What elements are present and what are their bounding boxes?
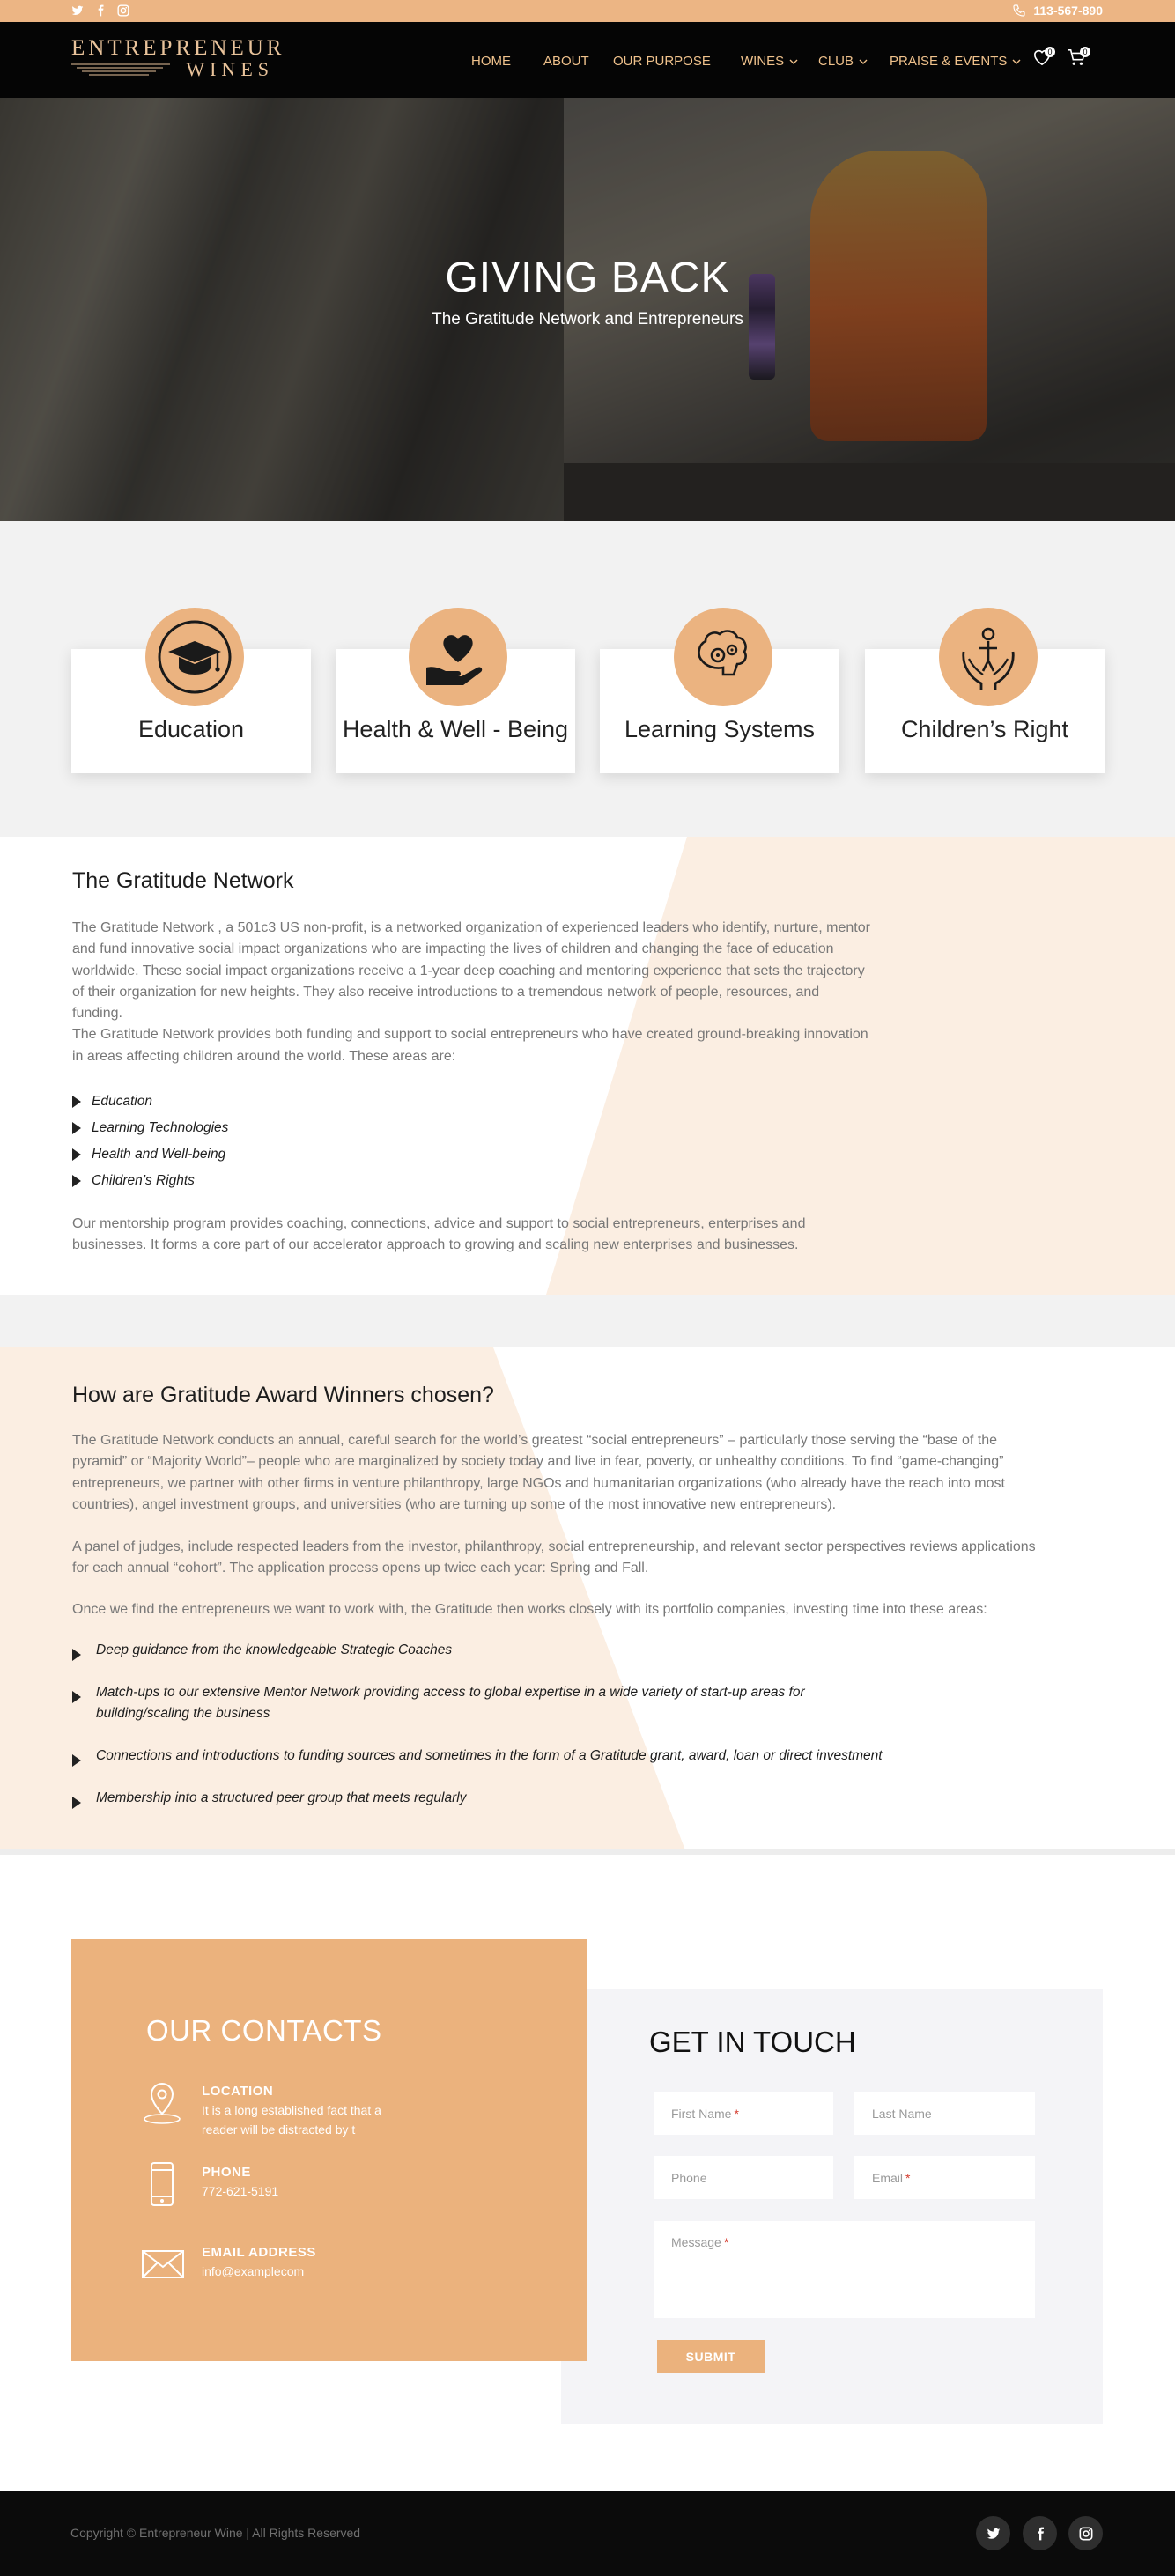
phone-icon bbox=[1013, 4, 1025, 17]
contact-phone: PHONE 772-621-5191 bbox=[202, 2165, 279, 2198]
top-social-links bbox=[71, 4, 129, 17]
envelope-icon bbox=[141, 2249, 185, 2284]
award-paragraph-1: The Gratitude Network conducts an annual… bbox=[72, 1433, 1005, 1512]
footer-twitter-button[interactable] bbox=[976, 2516, 1010, 2550]
top-bar: 113-567-890 bbox=[0, 0, 1175, 22]
category-title: Children’s Right bbox=[900, 716, 1069, 742]
list-item: Deep guidance from the knowledgeable Str… bbox=[72, 1640, 953, 1661]
nav-club[interactable]: CLUB bbox=[818, 54, 868, 69]
twitter-icon[interactable] bbox=[71, 4, 84, 17]
instagram-icon bbox=[1079, 2527, 1092, 2540]
nav-menu: HOME ABOUT OUR PURPOSE WINES CLUB PRAISE… bbox=[0, 51, 1175, 70]
phone-field[interactable]: Phone bbox=[654, 2156, 833, 2199]
footer-facebook-button[interactable] bbox=[1023, 2516, 1057, 2550]
triangle-bullet-icon bbox=[72, 1148, 81, 1161]
category-title: Health & Well - Being bbox=[342, 716, 569, 742]
triangle-bullet-icon bbox=[72, 1122, 81, 1134]
contacts-title: OUR CONTACTS bbox=[146, 2014, 382, 2047]
list-item: Health and Well-being bbox=[72, 1141, 228, 1168]
nav-praise-events[interactable]: PRAISE & EVENTS bbox=[890, 54, 1021, 69]
message-field[interactable]: Message * bbox=[654, 2221, 1035, 2318]
heart-in-hand-icon bbox=[409, 608, 507, 706]
triangle-bullet-icon bbox=[72, 1096, 81, 1108]
list-item: Membership into a structured peer group … bbox=[72, 1788, 953, 1809]
chevron-down-icon bbox=[789, 54, 798, 69]
gratitude-title: The Gratitude Network bbox=[72, 868, 294, 893]
our-contacts-card: OUR CONTACTS LOCATION It is a long estab… bbox=[71, 1939, 587, 2361]
graduation-cap-icon bbox=[145, 608, 244, 706]
facebook-icon bbox=[1037, 2527, 1044, 2540]
location-pin-icon bbox=[140, 2080, 184, 2130]
footer-instagram-button[interactable] bbox=[1068, 2516, 1103, 2550]
last-name-field[interactable]: Last Name bbox=[854, 2092, 1035, 2135]
award-paragraph-3: Once we find the entrepreneurs we want t… bbox=[72, 1602, 987, 1617]
mobile-phone-icon bbox=[149, 2161, 175, 2211]
nav-home[interactable]: HOME bbox=[471, 54, 511, 69]
hero-title: GIVING BACK bbox=[445, 255, 730, 301]
nav-our-purpose[interactable]: OUR PURPOSE bbox=[613, 54, 711, 69]
award-paragraph-2: A panel of judges, include respected lea… bbox=[72, 1539, 1036, 1576]
first-name-field[interactable]: First Name * bbox=[654, 2092, 833, 2135]
submit-button[interactable]: SUBMIT bbox=[657, 2340, 765, 2373]
list-item: Match-ups to our extensive Mentor Networ… bbox=[72, 1682, 953, 1724]
triangle-bullet-icon bbox=[72, 1691, 81, 1703]
brain-gears-icon bbox=[674, 608, 772, 706]
cart-button[interactable]: 0 bbox=[1067, 47, 1090, 70]
chevron-down-icon bbox=[1012, 54, 1021, 69]
category-title: Learning Systems bbox=[624, 716, 816, 742]
copyright: Copyright © Entrepreneur Wine | All Righ… bbox=[70, 2526, 361, 2540]
award-title: How are Gratitude Award Winners chosen? bbox=[72, 1383, 494, 1407]
focus-area-list: Education Learning Technologies Health a… bbox=[72, 1089, 228, 1194]
nav-about[interactable]: ABOUT bbox=[543, 54, 589, 69]
chevron-down-icon bbox=[859, 54, 868, 69]
contact-location: LOCATION It is a long established fact t… bbox=[202, 2084, 381, 2137]
gratitude-paragraph-2: Our mentorship program provides coaching… bbox=[72, 1216, 806, 1253]
nav-wines[interactable]: WINES bbox=[741, 54, 798, 69]
triangle-bullet-icon bbox=[72, 1797, 81, 1809]
wishlist-button[interactable]: 0 bbox=[1032, 47, 1055, 70]
hero-subtitle: The Gratitude Network and Entrepreneurs bbox=[432, 310, 743, 328]
email-field[interactable]: Email * bbox=[854, 2156, 1035, 2199]
contact-email: EMAIL ADDRESS info@examplecom bbox=[202, 2245, 316, 2278]
wishlist-count: 0 bbox=[1045, 47, 1055, 57]
section-divider bbox=[0, 1849, 1175, 1855]
top-phone-number: 113-567-890 bbox=[1033, 4, 1103, 18]
triangle-bullet-icon bbox=[72, 1754, 81, 1767]
gratitude-paragraph-1: The Gratitude Network , a 501c3 US non-p… bbox=[72, 920, 870, 1064]
cart-count: 0 bbox=[1080, 47, 1090, 57]
list-item: Children’s Rights bbox=[72, 1168, 228, 1194]
category-title: Education bbox=[137, 716, 245, 742]
top-phone[interactable]: 113-567-890 bbox=[1012, 4, 1103, 18]
triangle-bullet-icon bbox=[72, 1649, 81, 1661]
facebook-icon[interactable] bbox=[94, 4, 107, 17]
child-in-hands-icon bbox=[939, 608, 1038, 706]
list-item: Education bbox=[72, 1089, 228, 1115]
list-item: Learning Technologies bbox=[72, 1115, 228, 1141]
twitter-icon bbox=[987, 2528, 1000, 2539]
list-item: Connections and introductions to funding… bbox=[72, 1746, 953, 1767]
section-spacer bbox=[0, 1295, 1175, 1347]
instagram-icon[interactable] bbox=[117, 4, 129, 17]
get-in-touch-title: GET IN TOUCH bbox=[649, 2026, 856, 2058]
triangle-bullet-icon bbox=[72, 1175, 81, 1187]
